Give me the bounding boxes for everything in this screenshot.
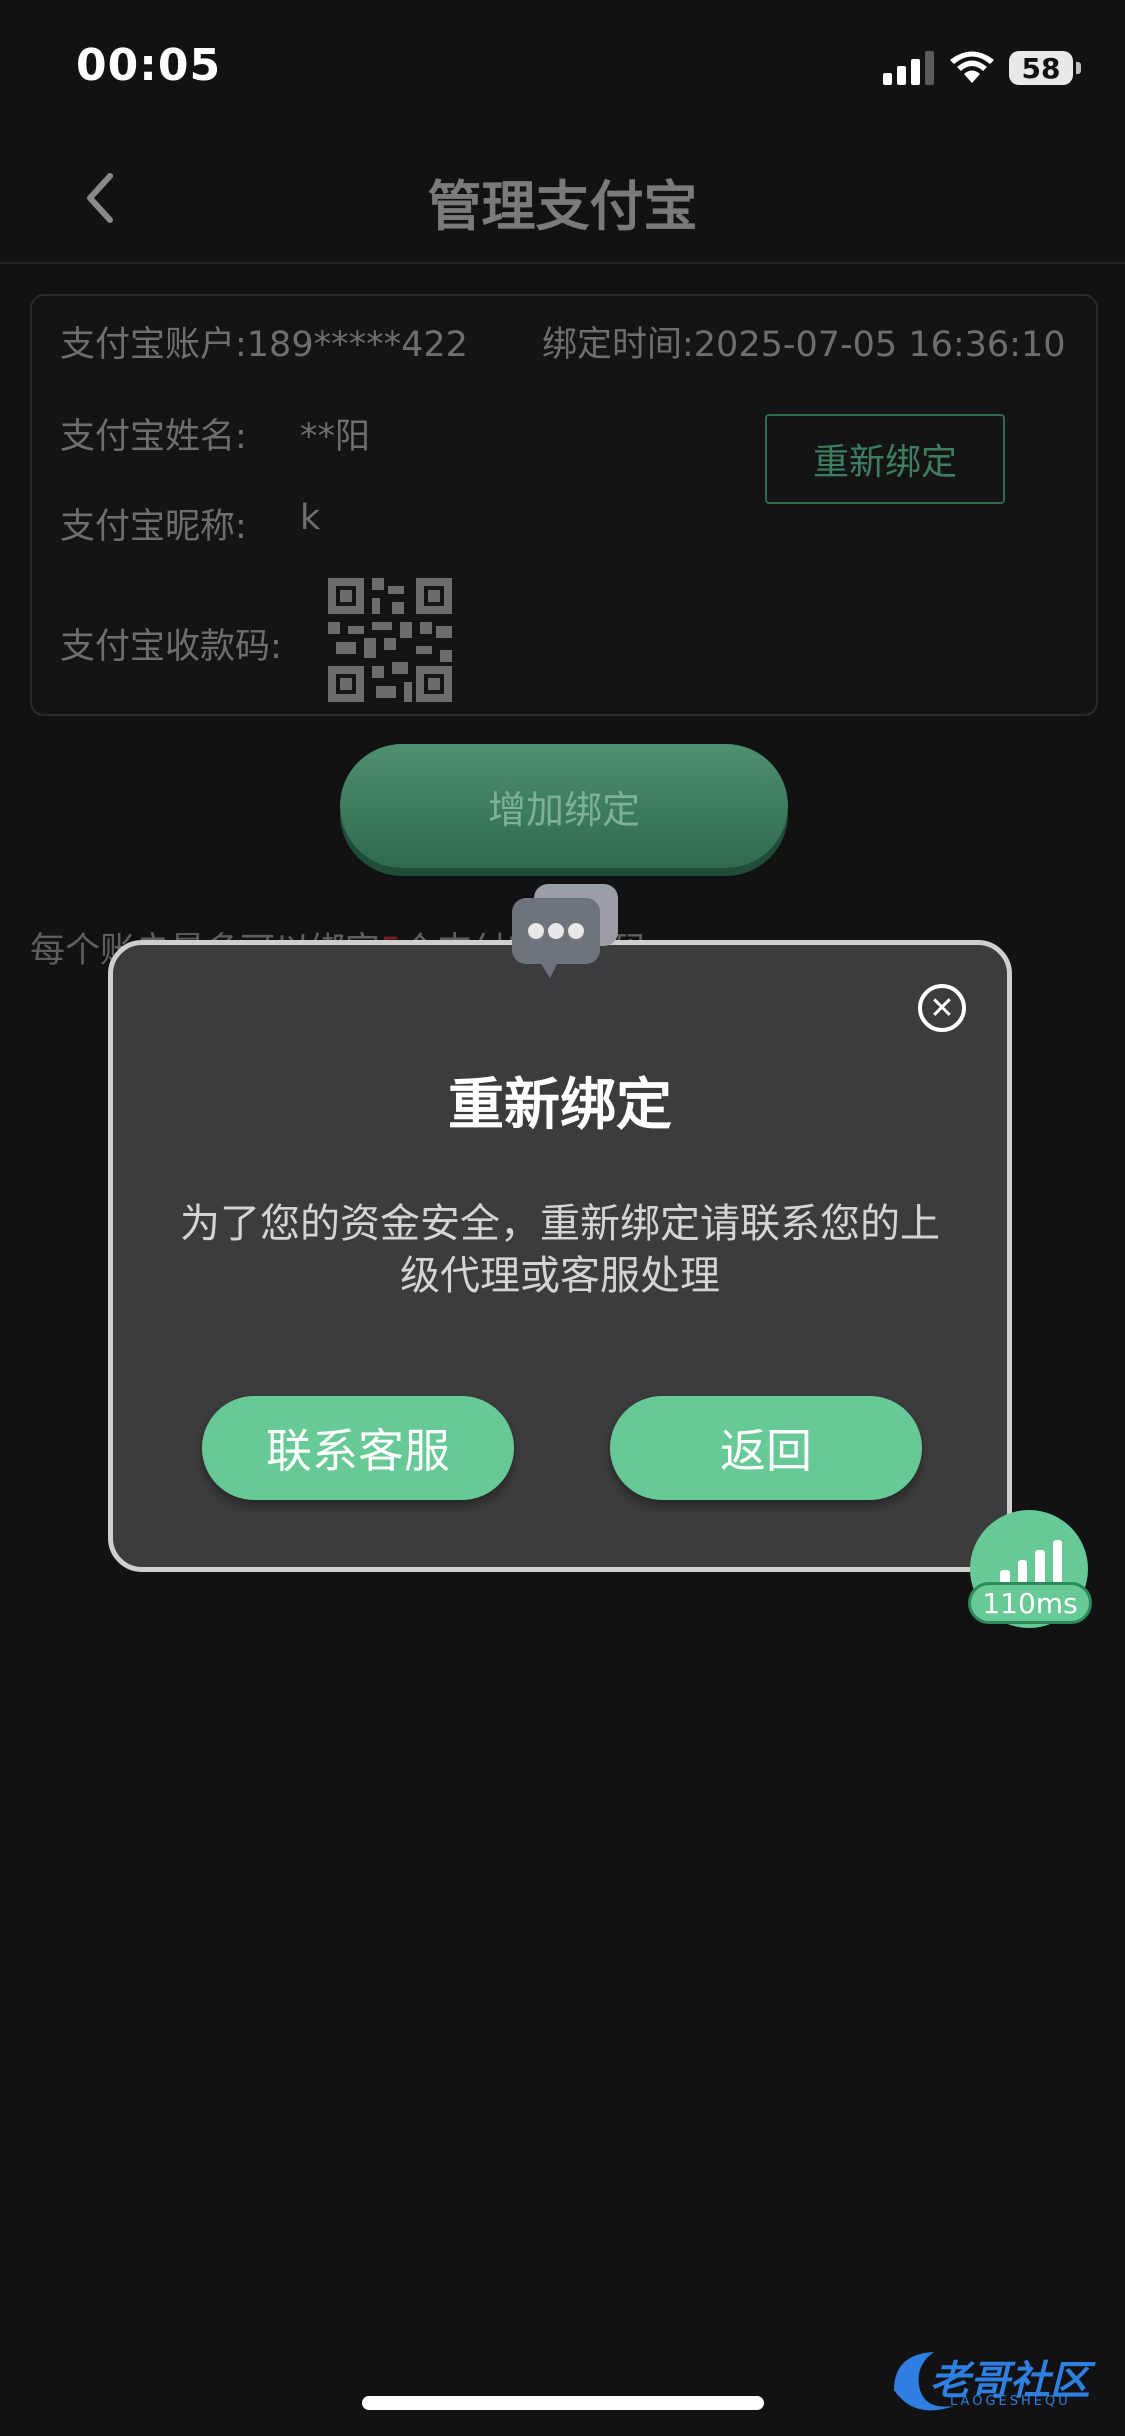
add-binding-button[interactable]: 增加绑定 bbox=[340, 744, 788, 868]
status-icons: 58 bbox=[883, 48, 1081, 88]
qr-code-image[interactable] bbox=[328, 578, 452, 702]
bind-time: 绑定时间:2025-07-05 16:36:10 bbox=[542, 325, 1066, 365]
wifi-icon bbox=[950, 51, 994, 83]
dialog-title: 重新绑定 bbox=[448, 1073, 672, 1138]
watermark-subtext: LAOGESHEQU bbox=[950, 2394, 1071, 2409]
alipay-account: 支付宝账户:189*****422 bbox=[60, 325, 468, 365]
name-label: 支付宝姓名: bbox=[60, 417, 247, 457]
back-button[interactable]: 返回 bbox=[610, 1396, 922, 1500]
latency-value: 110ms bbox=[968, 1582, 1092, 1624]
battery-icon: 58 bbox=[1009, 51, 1081, 85]
cellular-signal-icon bbox=[883, 51, 934, 85]
nickname-value: k bbox=[300, 498, 321, 538]
dialog-message: 为了您的资金安全，重新绑定请联系您的上级代理或客服处理 bbox=[180, 1201, 940, 1299]
qr-label: 支付宝收款码: bbox=[60, 627, 282, 667]
page-title: 管理支付宝 bbox=[427, 175, 698, 238]
battery-level: 58 bbox=[1021, 51, 1061, 85]
name-value: **阳 bbox=[300, 417, 371, 457]
home-indicator[interactable] bbox=[362, 2396, 764, 2410]
close-icon[interactable]: ✕ bbox=[918, 984, 966, 1032]
signal-strength-icon bbox=[1000, 1536, 1062, 1584]
header-divider bbox=[0, 262, 1125, 264]
status-time: 00:05 bbox=[76, 40, 222, 91]
chat-bubble-icon bbox=[512, 884, 618, 978]
rebind-button[interactable]: 重新绑定 bbox=[765, 414, 1005, 504]
contact-support-button[interactable]: 联系客服 bbox=[202, 1396, 514, 1500]
nickname-label: 支付宝昵称: bbox=[60, 507, 247, 547]
